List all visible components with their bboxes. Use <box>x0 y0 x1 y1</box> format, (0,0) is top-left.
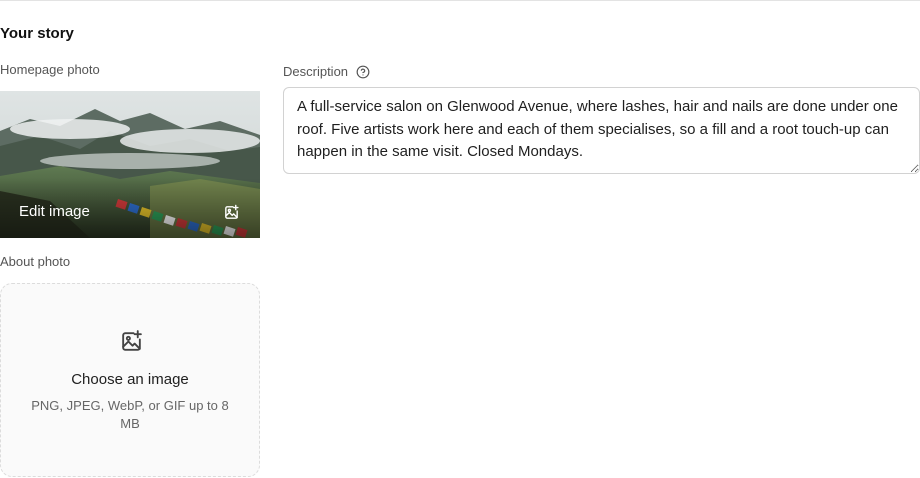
about-photo-dropzone[interactable]: Choose an image PNG, JPEG, WebP, or GIF … <box>0 283 260 477</box>
choose-image-label: Choose an image <box>71 371 189 388</box>
description-textarea[interactable]: A full-service salon on Glenwood Avenue,… <box>283 87 920 174</box>
description-label-row: Description <box>283 64 370 79</box>
homepage-photo-edit[interactable]: Edit image <box>0 91 260 238</box>
homepage-photo-label: Homepage photo <box>0 62 100 77</box>
image-add-icon <box>119 329 144 354</box>
edit-image-label: Edit image <box>19 203 90 220</box>
description-label: Description <box>283 64 349 79</box>
image-add-icon <box>223 204 240 221</box>
help-circle-icon[interactable] <box>356 65 370 79</box>
section-title: Your story <box>0 25 74 42</box>
about-photo-label: About photo <box>0 254 71 269</box>
upload-hint: PNG, JPEG, WebP, or GIF up to 8 MB <box>31 398 229 431</box>
top-divider <box>0 0 920 1</box>
